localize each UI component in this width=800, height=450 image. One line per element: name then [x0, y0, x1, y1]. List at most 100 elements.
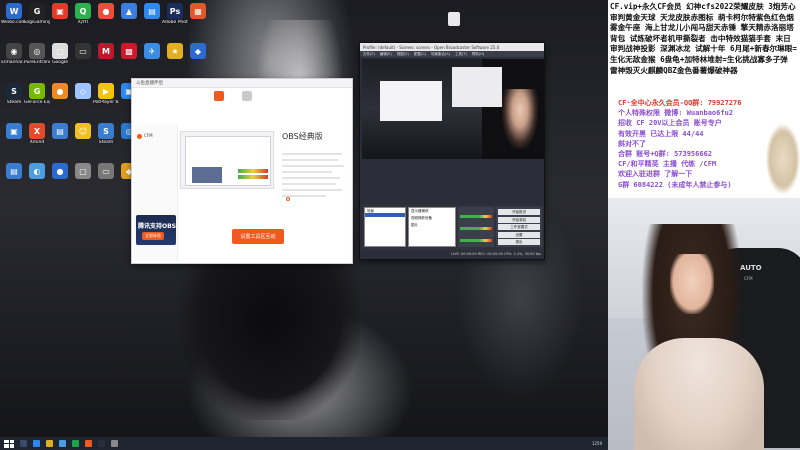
desktop-icon[interactable]: ◆	[186, 43, 210, 60]
desktop-icon[interactable]: ▣	[2, 123, 26, 140]
desktop-icon[interactable]: X Xmind	[25, 123, 49, 145]
desktop-icon[interactable]: ●	[94, 3, 118, 20]
app-icon[interactable]	[111, 440, 118, 447]
obs-menu-item[interactable]: 场景集合(S)	[431, 52, 450, 57]
obs-classic-title: OBS经典版	[282, 132, 323, 141]
desktop-icon[interactable]: ▩	[117, 43, 141, 60]
radio-button[interactable]	[286, 197, 290, 201]
desktop-icon[interactable]: S Steam	[94, 123, 118, 145]
store-icon[interactable]	[59, 440, 66, 447]
overlay-info-line: 有效开黑 已达上限 44/44	[618, 129, 704, 138]
desktop-icon[interactable]: ▤	[48, 123, 72, 140]
promo-title: 斗鱼直播伴侣	[136, 81, 163, 86]
desktop-icon[interactable]: S Steam	[2, 83, 26, 105]
obs-tab-icon	[214, 91, 224, 101]
source-item[interactable]: 显示器捕获	[409, 208, 455, 215]
obs-icon[interactable]	[98, 440, 105, 447]
audio-meter	[460, 227, 492, 230]
source-item[interactable]: 视频捕获设备	[409, 215, 455, 222]
desktop-icon[interactable]: ☺	[71, 123, 95, 140]
app-icon: ★	[167, 43, 183, 59]
obs-menu-item[interactable]: 视图(V)	[397, 52, 409, 57]
desktop-icon[interactable]: GLogiGaming Hub	[24, 3, 50, 25]
desktop-widget-icon[interactable]	[448, 12, 460, 26]
desktop-icon[interactable]: ◎PureEntrance	[24, 43, 50, 65]
selected-scene[interactable]	[365, 213, 405, 217]
promo-sidebar-item[interactable]: CFM	[137, 133, 153, 139]
desktop-icon[interactable]: ◐	[25, 163, 49, 180]
desktop-icon[interactable]: ▢ Google	[48, 43, 72, 65]
setup-interaction-button[interactable]: 设置工具区互动	[232, 229, 284, 244]
desktop-icon[interactable]: ▤	[2, 163, 26, 180]
app-icon: X	[29, 123, 45, 139]
tool-tab-icon	[242, 91, 252, 101]
obs-preview	[362, 59, 544, 159]
app-icon: G	[29, 83, 45, 99]
windows-start-icon[interactable]	[4, 439, 14, 448]
banner-button[interactable]: 立即体验	[142, 232, 164, 240]
text-placeholder-line	[282, 183, 336, 185]
obs-menu-item[interactable]: 帮助(H)	[472, 52, 484, 57]
desktop-icon[interactable]: QiQIYI	[71, 3, 95, 25]
obs-menu-item[interactable]: 文件(F)	[363, 52, 375, 57]
promo-tab-other[interactable]	[240, 91, 254, 101]
promo-tab-obs[interactable]	[212, 91, 226, 101]
douyu-promo-window[interactable]: 斗鱼直播伴侣 CFM 腾讯支持OBS 立即体验 OBS经典版 设置工具区互动	[131, 78, 353, 264]
obs-preview-window	[380, 81, 442, 121]
desktop-icon[interactable]: ▶PotPlayer 64 bit	[93, 83, 119, 105]
obs-control-button[interactable]: 设置	[498, 231, 540, 238]
desktop-icon[interactable]: ▲	[117, 3, 141, 20]
obs-control-button[interactable]: 工作室模式	[498, 224, 540, 231]
obs-titlebar[interactable]: Profile: (default) - Scenes: scenes - Op…	[360, 43, 544, 51]
desktop-icon[interactable]: ★	[163, 43, 187, 60]
obs-control-button[interactable]: 退出	[498, 239, 540, 246]
desktop-icon[interactable]: ▭	[94, 163, 118, 180]
app-icon: ▦	[190, 3, 206, 19]
source-item[interactable]: 图片	[409, 222, 455, 229]
obs-menu-item[interactable]: 工具(T)	[455, 52, 467, 57]
promo-titlebar[interactable]: 斗鱼直播伴侣	[132, 79, 352, 88]
desktop-icon[interactable]: ◇	[71, 83, 95, 100]
douyu-icon[interactable]	[85, 440, 92, 447]
text-placeholder-line	[282, 153, 342, 155]
overlay-info-lines: CF·全中心永久会员-QQ群: 79927276 个人特殊权限 微博: Wuanb…	[618, 98, 768, 190]
overlay-scrolling-text: CF.vip+永久CF会员 幻神cfs2022荣耀皮肤 3炮芳心审判黄金天球 天…	[610, 2, 797, 75]
desktop-icon[interactable]: ▤	[140, 3, 164, 20]
obs-preview-inner	[452, 67, 502, 107]
obs-window[interactable]: Profile: (default) - Scenes: scenes - Op…	[359, 42, 545, 260]
desktop-icon[interactable]: ✈	[140, 43, 164, 60]
desktop-icon-label: GeForce Experience	[24, 100, 50, 105]
desktop-icon[interactable]: M	[94, 43, 118, 60]
edge-icon[interactable]	[33, 440, 40, 447]
desktop-icon[interactable]: ●	[48, 83, 72, 100]
thumbnail-window	[185, 136, 271, 186]
obs-dock-panels: 场景 显示器捕获 视频捕获设备 图片 开始推流 开始录制 工作室模式 设置 退出	[362, 205, 544, 251]
obs-control-button[interactable]: 开始录制	[498, 216, 540, 223]
obs-menubar: 文件(F) 编辑(E) 视图(V) 配置(C) 场景集合(S) 工具(T) 帮助(H)	[360, 51, 544, 57]
webcam-feed: AUTO CFM	[608, 198, 800, 450]
sources-panel[interactable]: 显示器捕获 视频捕获设备 图片	[408, 207, 456, 247]
desktop-icon[interactable]: ◉ Elmanhar...	[1, 43, 27, 65]
desktop-icon[interactable]: WWeibo.com maxiny...	[1, 3, 27, 25]
desktop-icon[interactable]: PsAdobe Photosho...	[162, 3, 188, 25]
search-icon[interactable]	[20, 440, 27, 447]
desktop-icon[interactable]: ●	[48, 163, 72, 180]
desktop-icon[interactable]: ▦	[186, 3, 210, 20]
app-icon: ◆	[190, 43, 206, 59]
desktop-icon[interactable]: ▣	[48, 3, 72, 20]
desktop-icon[interactable]: GGeForce Experience	[24, 83, 50, 105]
folder-icon[interactable]	[46, 440, 53, 447]
app-icon: ▤	[6, 163, 22, 179]
scenes-panel[interactable]: 场景	[364, 207, 406, 247]
system-tray-clock[interactable]: 1259	[592, 441, 602, 446]
text-placeholder-line	[282, 165, 344, 167]
obs-menu-item[interactable]: 编辑(E)	[380, 52, 392, 57]
obs-menu-item[interactable]: 配置(C)	[414, 52, 426, 57]
wechat-icon[interactable]	[72, 440, 79, 447]
app-icon: ▢	[75, 163, 91, 179]
app-icon: Q	[75, 3, 91, 19]
obs-control-button[interactable]: 开始推流	[498, 209, 540, 215]
promo-side-banner[interactable]: 腾讯支持OBS 立即体验	[136, 215, 176, 245]
desktop-icon[interactable]: ▢	[71, 163, 95, 180]
desktop-icon[interactable]: ▭	[71, 43, 95, 60]
